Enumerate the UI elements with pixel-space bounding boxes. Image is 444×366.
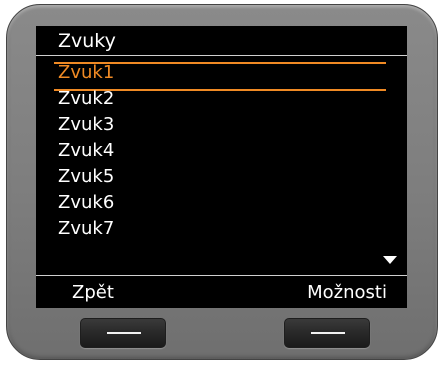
softkey-dash-icon [311,332,345,334]
list-item-zvuk4[interactable]: Zvuk4 [36,138,407,164]
right-softkey-button[interactable] [284,318,370,348]
softkey-divider [36,275,407,276]
list-item-zvuk5[interactable]: Zvuk5 [36,164,407,190]
title-bar: Zvuky [36,26,407,56]
softkey-dash-icon [107,332,141,334]
list-item-zvuk2[interactable]: Zvuk2 [36,86,407,112]
list-item-zvuk7[interactable]: Zvuk7 [36,216,407,242]
list-item-zvuk1[interactable]: Zvuk1 [36,60,407,86]
softkey-back-label[interactable]: Zpět [72,281,114,305]
page-title: Zvuky [58,30,116,52]
left-softkey-button[interactable] [80,318,166,348]
phone-display: Zvuky Zvuk1 Zvuk2 Zvuk3 Zvuk4 Zvuk5 Zvuk… [36,26,407,308]
title-divider [36,55,407,56]
list-item-zvuk3[interactable]: Zvuk3 [36,112,407,138]
softkey-bar: Zpět Možnosti [36,275,407,308]
list-item-zvuk6[interactable]: Zvuk6 [36,190,407,216]
chevron-down-icon [383,256,397,264]
softkey-options-label[interactable]: Možnosti [307,281,387,305]
sound-list: Zvuk1 Zvuk2 Zvuk3 Zvuk4 Zvuk5 Zvuk6 Zvuk… [36,60,407,242]
